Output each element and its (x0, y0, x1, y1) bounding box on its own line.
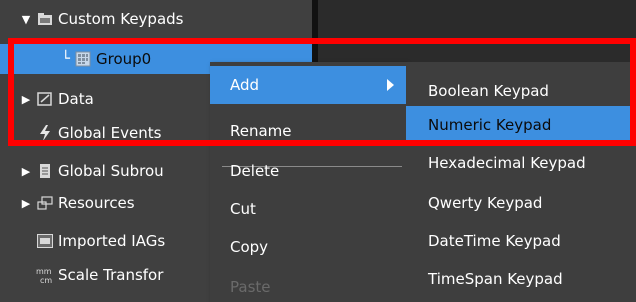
iag-icon (36, 233, 54, 249)
scale-transform-icon: mm cm (36, 267, 54, 284)
menu-item-label: Rename (230, 122, 292, 140)
keypad-group-icon (74, 51, 92, 67)
submenu-item-datetime-keypad[interactable]: DateTime Keypad (406, 222, 636, 260)
tree-item-label: Group0 (96, 50, 152, 68)
tree-item-label: Resources (58, 194, 135, 212)
data-icon (36, 91, 54, 107)
document-icon (36, 163, 54, 179)
submenu-item-label: DateTime Keypad (428, 232, 561, 250)
submenu-item-label: Boolean Keypad (428, 82, 549, 100)
svg-text:mm: mm (36, 267, 52, 276)
tree-item-label: Scale Transfor (58, 266, 164, 284)
menu-item-delete[interactable]: Delete (210, 152, 406, 190)
submenu-item-label: TimeSpan Keypad (428, 270, 563, 288)
expand-arrow-icon[interactable]: ▶ (20, 165, 32, 178)
svg-text:cm: cm (40, 276, 52, 284)
tree-item-label: Global Subrou (58, 162, 164, 180)
expand-arrow-icon[interactable]: ▶ (20, 197, 32, 210)
submenu-item-timespan-keypad[interactable]: TimeSpan Keypad (406, 260, 636, 298)
submenu-item-label: Qwerty Keypad (428, 194, 543, 212)
submenu-item-qwerty-keypad[interactable]: Qwerty Keypad (406, 184, 636, 222)
submenu-arrow-icon (387, 79, 394, 91)
menu-item-copy[interactable]: Copy (210, 228, 406, 266)
menu-item-label: Paste (230, 278, 271, 296)
tree-item-label: Imported IAGs (58, 232, 166, 250)
folder-icon (36, 11, 54, 27)
tree-item-label: Custom Keypads (58, 10, 184, 28)
expand-arrow-icon[interactable]: ▼ (20, 13, 32, 26)
tree-item-label: Global Events (58, 124, 162, 142)
submenu-item-label: Numeric Keypad (428, 116, 552, 134)
resources-icon (36, 195, 54, 211)
submenu-item-label: Hexadecimal Keypad (428, 154, 586, 172)
menu-item-label: Cut (230, 200, 256, 218)
add-submenu: Boolean Keypad Numeric Keypad Hexadecima… (406, 62, 636, 302)
menu-item-label: Delete (230, 162, 280, 180)
menu-item-add[interactable]: Add (210, 66, 406, 104)
tree-item-label: Data (58, 90, 94, 108)
menu-item-cut[interactable]: Cut (210, 190, 406, 228)
submenu-item-numeric-keypad[interactable]: Numeric Keypad (406, 106, 636, 144)
tree-connector: └ (61, 51, 70, 67)
submenu-item-hexadecimal-keypad[interactable]: Hexadecimal Keypad (406, 144, 636, 182)
context-menu: Add Rename Delete Cut Copy Paste (210, 62, 406, 302)
menu-item-paste[interactable]: Paste (210, 268, 406, 302)
expand-arrow-icon[interactable]: ▶ (20, 93, 32, 106)
menu-item-label: Add (230, 76, 260, 94)
menu-item-rename[interactable]: Rename (210, 112, 406, 150)
menu-item-label: Copy (230, 238, 269, 256)
submenu-item-boolean-keypad[interactable]: Boolean Keypad (406, 72, 636, 110)
lightning-icon (36, 125, 54, 141)
tree-item-custom-keypads[interactable]: ▼ Custom Keypads (0, 4, 312, 34)
screenshot-root: ▼ Custom Keypads └ Group0 ▶ Data Global … (0, 0, 636, 302)
